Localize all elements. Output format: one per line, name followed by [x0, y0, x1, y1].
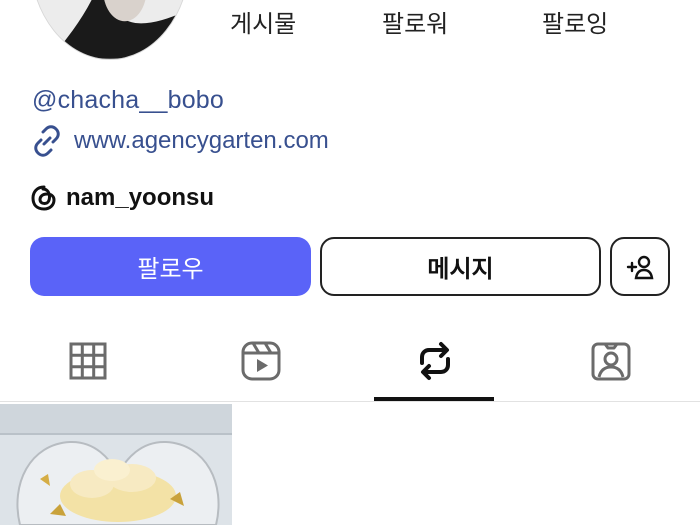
- tab-reels[interactable]: [198, 322, 323, 400]
- repost-icon: [419, 342, 450, 380]
- add-user-icon: [626, 255, 654, 279]
- follow-button[interactable]: 팔로우: [30, 237, 311, 296]
- grid-icon: [69, 342, 106, 380]
- profile-link-row[interactable]: www.agencygarten.com: [30, 124, 329, 158]
- threads-handle: nam_yoonsu: [66, 184, 215, 211]
- profile-link[interactable]: www.agencygarten.com: [74, 127, 329, 155]
- tagged-icon: [591, 342, 630, 381]
- reels-icon: [241, 341, 280, 381]
- tab-tagged[interactable]: [548, 322, 673, 400]
- posts-label[interactable]: 게시물: [230, 4, 296, 39]
- threads-icon: [30, 184, 58, 212]
- tabs-divider: [0, 401, 700, 402]
- profile-tabs: [0, 322, 700, 402]
- add-user-button[interactable]: [610, 237, 670, 296]
- following-label[interactable]: 팔로잉: [542, 4, 608, 39]
- threads-badge[interactable]: nam_yoonsu: [30, 184, 214, 212]
- tab-reposts[interactable]: [372, 322, 497, 400]
- message-button[interactable]: 메시지: [320, 237, 601, 296]
- tab-posts-grid[interactable]: [25, 322, 150, 400]
- avatar[interactable]: [30, 0, 190, 60]
- post-thumbnail[interactable]: [0, 404, 232, 525]
- link-icon: [30, 124, 64, 158]
- followers-label[interactable]: 팔로워: [382, 4, 448, 39]
- profile-username: @chacha__bobo: [32, 86, 225, 114]
